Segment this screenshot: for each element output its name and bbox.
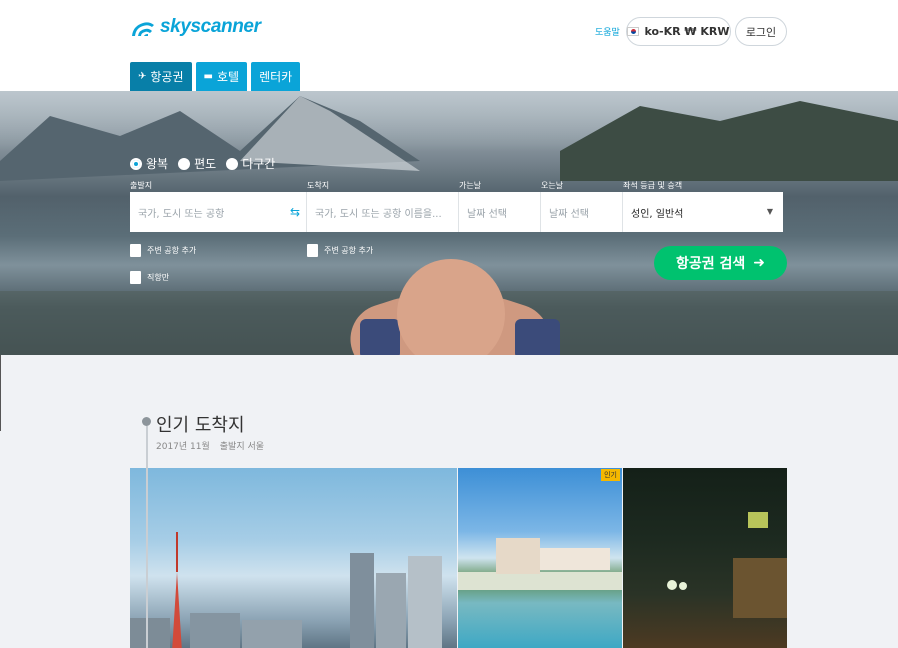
- month-label: 2017년 11월: [156, 442, 210, 452]
- nearby-origin-checkbox[interactable]: 주변 공항 추가: [130, 244, 196, 257]
- swap-icon[interactable]: ⇆: [290, 205, 300, 219]
- storefront: [733, 558, 787, 618]
- building: [130, 618, 170, 648]
- direct-only-checkbox[interactable]: 직항만: [130, 271, 169, 284]
- help-link[interactable]: 도움말: [595, 25, 620, 38]
- section-subtitle: 2017년 11월 출발지 서울: [156, 439, 264, 452]
- building: [242, 620, 302, 648]
- trip-type-oneway[interactable]: 편도: [178, 155, 216, 172]
- korea-flag-icon: [627, 27, 640, 36]
- person-shirt: [360, 319, 400, 355]
- return-label: 오는날: [541, 181, 564, 190]
- destination-card-resort[interactable]: 인기: [458, 468, 622, 648]
- product-tabs: ✈ 항공권 ▬ 호텔 렌터카: [130, 62, 301, 91]
- radio[interactable]: [178, 157, 191, 170]
- locale-label: ko-KR ₩ KRW: [644, 25, 730, 38]
- search-bar: 국가, 도시 또는 공항 ⇆ 국가, 도시 또는 공항 이름을... 날짜 선택…: [130, 192, 783, 232]
- street-sign: [748, 512, 768, 528]
- popular-badge: 인기: [601, 469, 620, 481]
- hotel-building: [540, 548, 610, 570]
- plane-icon: ✈: [138, 71, 147, 82]
- trip-type-options: 왕복 편도 다구간: [130, 155, 275, 172]
- trip-type-label: 왕복: [146, 157, 169, 171]
- origin-input[interactable]: 국가, 도시 또는 공항 ⇆: [130, 192, 307, 232]
- building: [190, 613, 240, 648]
- trip-type-label: 편도: [194, 157, 217, 171]
- login-button[interactable]: 로그인: [735, 17, 787, 46]
- search-flights-button[interactable]: 항공권 검색 ➜: [654, 246, 787, 280]
- trip-type-roundtrip[interactable]: 왕복: [130, 155, 168, 172]
- nearby-destination-checkbox[interactable]: 주변 공항 추가: [307, 244, 373, 257]
- tokyo-tower: [172, 532, 182, 648]
- tab-car-rental[interactable]: 렌터카: [251, 62, 301, 91]
- timeline-line: [146, 426, 148, 648]
- checkbox[interactable]: [307, 244, 318, 257]
- page: skyscanner 도움말 ko-KR ₩ KRW 로그인 ✈ 항공권 ▬ 호…: [0, 0, 898, 648]
- hero-search-panel: 왕복 편도 다구간 출발지 도착지 가는날 오는날 좌석 등급 및 승객 국가,…: [0, 91, 898, 355]
- tab-label: 렌터카: [259, 70, 293, 84]
- origin-city-label: 출발지 서울: [219, 442, 265, 452]
- chevron-down-icon: ▼: [766, 207, 773, 216]
- return-date-input[interactable]: 날짜 선택: [541, 192, 623, 232]
- person-shirt: [515, 319, 560, 355]
- street-lamp: [667, 580, 677, 590]
- depart-date-input[interactable]: 날짜 선택: [459, 192, 541, 232]
- arrow-right-icon: ➜: [753, 255, 765, 271]
- radio-checked[interactable]: [130, 157, 142, 170]
- shoreline: [458, 572, 622, 590]
- destination-input[interactable]: 국가, 도시 또는 공항 이름을...: [307, 192, 459, 232]
- search-button-label: 항공권 검색: [675, 256, 746, 272]
- street-lamp: [679, 582, 687, 590]
- bed-icon: ▬: [203, 71, 213, 82]
- checkbox[interactable]: [130, 244, 141, 257]
- timeline-dot: [142, 417, 151, 426]
- building: [408, 556, 442, 648]
- return-placeholder: 날짜 선택: [549, 208, 589, 220]
- tab-hotels[interactable]: ▬ 호텔: [195, 62, 248, 91]
- depart-label: 가는날: [459, 181, 482, 190]
- tab-label: 항공권: [150, 70, 184, 84]
- skyscanner-logo[interactable]: skyscanner: [130, 16, 261, 38]
- radio[interactable]: [226, 157, 239, 170]
- checkbox-label: 직항만: [147, 273, 170, 282]
- divider: [0, 355, 1, 431]
- depart-placeholder: 날짜 선택: [467, 208, 507, 220]
- tab-flights[interactable]: ✈ 항공권: [130, 62, 192, 91]
- checkbox[interactable]: [130, 271, 141, 284]
- checkbox-label: 주변 공항 추가: [147, 246, 197, 255]
- hotel-building: [496, 538, 540, 574]
- trip-type-label: 다구간: [242, 157, 276, 171]
- checkbox-label: 주변 공항 추가: [324, 246, 374, 255]
- tab-label: 호텔: [216, 70, 240, 84]
- cabin-passenger-select[interactable]: 성인, 일반석 ▼: [623, 192, 783, 232]
- section-title: 인기 도착지: [156, 415, 245, 436]
- building: [376, 573, 406, 648]
- logo-text: skyscanner: [160, 16, 261, 37]
- building: [350, 553, 374, 648]
- destination-label: 도착지: [307, 181, 330, 190]
- origin-placeholder: 국가, 도시 또는 공항: [138, 208, 225, 220]
- trip-type-multicity[interactable]: 다구간: [226, 155, 275, 172]
- cabin-value: 성인, 일반석: [631, 208, 684, 220]
- origin-label: 출발지: [130, 181, 153, 190]
- logo-icon: [132, 22, 154, 36]
- locale-currency-button[interactable]: ko-KR ₩ KRW: [626, 17, 731, 46]
- destination-placeholder: 국가, 도시 또는 공항 이름을...: [315, 208, 442, 220]
- destination-card-tokyo[interactable]: [130, 468, 457, 648]
- cabin-label: 좌석 등급 및 승객: [623, 181, 683, 190]
- destination-card-night-street[interactable]: [623, 468, 787, 648]
